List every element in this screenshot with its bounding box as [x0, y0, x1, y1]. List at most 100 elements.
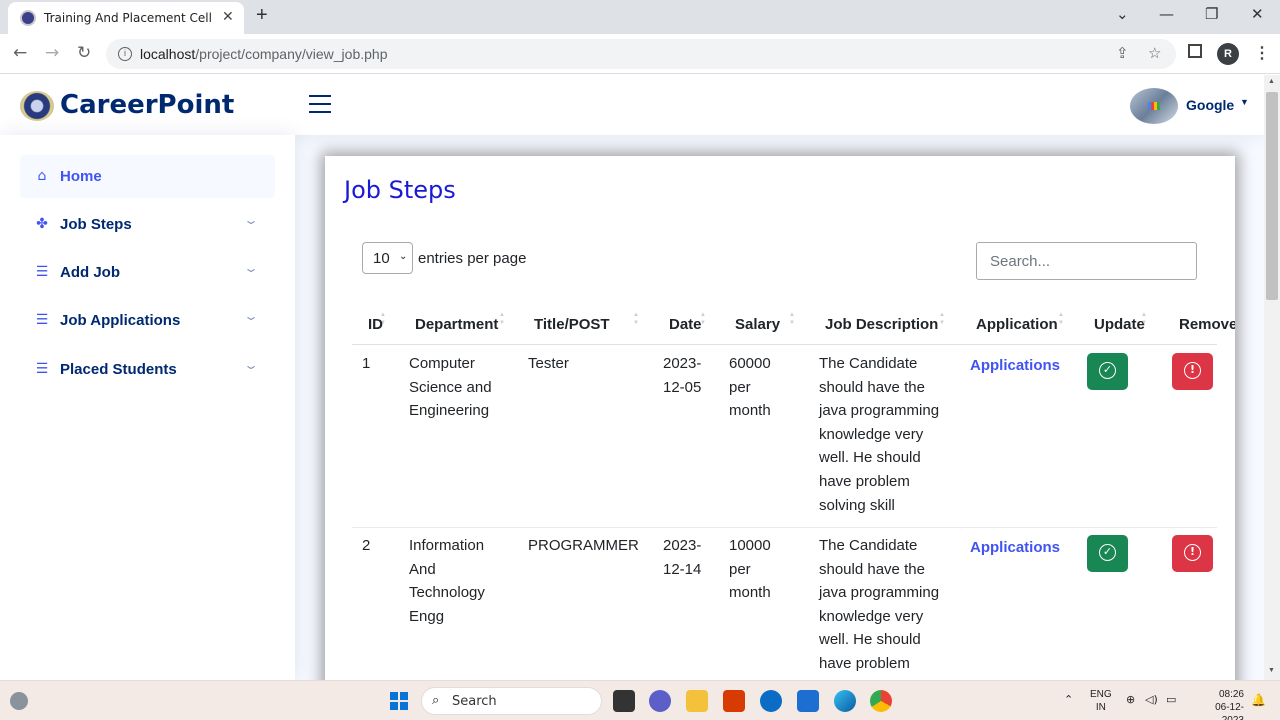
scroll-thumb[interactable] [1266, 92, 1278, 300]
teams-chat-icon[interactable] [649, 690, 671, 712]
share-icon[interactable]: ⇪ [1116, 44, 1129, 62]
table-header-divider [352, 344, 1217, 345]
file-explorer-icon[interactable] [686, 690, 708, 712]
site-info-icon[interactable]: i [118, 47, 132, 61]
search-input[interactable]: Search... [976, 242, 1197, 280]
minimize-button[interactable]: — [1159, 5, 1174, 23]
page: CareerPoint Google ▼ ⌂ Home ✤ Job Steps … [0, 75, 1264, 680]
user-avatar[interactable] [1130, 88, 1178, 124]
sort-icon: ▲ ▼ [633, 312, 639, 326]
browser-menu-icon[interactable]: ⋮ [1254, 43, 1270, 63]
applications-link[interactable]: Applications [970, 539, 1060, 556]
battery-icon[interactable]: ▭ [1166, 693, 1176, 706]
url-host: localhost [140, 46, 196, 62]
cell-id: 2 [362, 537, 371, 554]
column-header-date[interactable]: Date [669, 316, 702, 333]
clock-date: 06-12-2023 [1215, 702, 1244, 720]
clock[interactable]: 08:26 06-12-2023 [1202, 688, 1244, 720]
side-panel-icon[interactable] [1188, 44, 1202, 58]
remove-button[interactable]: ! [1172, 535, 1213, 572]
network-icon[interactable]: ⊕ [1126, 693, 1135, 706]
new-tab-button[interactable]: + [256, 4, 268, 27]
browser-tabbar: Training And Placement Cell ✕ + ⌄ — ❐ ✕ [0, 0, 1280, 34]
cell-salary: 60000 per month [729, 355, 771, 420]
office-icon[interactable] [723, 690, 745, 712]
taskbar-search[interactable]: ⌕ Search [421, 687, 602, 715]
tray-chevron-up-icon[interactable]: ⌃ [1064, 693, 1073, 706]
hamburger-menu-icon[interactable] [309, 95, 331, 113]
search-icon: ⌕ [432, 693, 440, 708]
row-divider [352, 527, 1217, 528]
taskbar-search-label: Search [452, 694, 497, 709]
person-lines-icon: ☰ [35, 361, 49, 377]
url-path: /project/company/view_job.php [195, 46, 388, 62]
task-view-icon[interactable] [613, 690, 635, 712]
cell-id: 1 [362, 355, 371, 372]
tab-close-icon[interactable]: ✕ [222, 8, 234, 25]
language-indicator[interactable]: ENG IN [1090, 688, 1112, 714]
cell-title: PROGRAMMER [528, 537, 639, 554]
bookmark-star-icon[interactable]: ☆ [1148, 44, 1161, 62]
logo-icon[interactable] [20, 91, 54, 121]
start-icon[interactable] [390, 692, 408, 710]
cell-description: The Candidate should have the java progr… [819, 355, 940, 514]
chrome-icon[interactable] [870, 690, 892, 712]
scroll-up-icon[interactable]: ▲ [1268, 78, 1275, 85]
browser-tab[interactable]: Training And Placement Cell ✕ [8, 2, 244, 34]
cell-department: Computer Science and Engineering [409, 355, 492, 420]
user-name[interactable]: Google [1186, 97, 1234, 113]
applications-link[interactable]: Applications [970, 357, 1060, 374]
store-icon[interactable] [797, 690, 819, 712]
sidebar-item-add-job[interactable]: ☰ Add Job ⌄ [20, 251, 275, 294]
update-button[interactable]: ✓ [1087, 353, 1128, 390]
grid-icon: ✤ [36, 216, 48, 232]
search-placeholder: Search... [990, 253, 1051, 270]
url-text[interactable]: localhost/project/company/view_job.php [140, 46, 388, 62]
select-chevron-icon: ⌄ [399, 251, 408, 262]
home-icon: ⌂ [37, 168, 47, 184]
sidebar-item-job-applications[interactable]: ☰ Job Applications ⌄ [20, 299, 275, 342]
entries-label: entries per page [418, 250, 527, 267]
tab-search-chevron-icon[interactable]: ⌄ [1116, 5, 1129, 23]
address-bar[interactable]: i localhost/project/company/view_job.php… [106, 39, 1176, 69]
person-lines-icon: ☰ [35, 312, 49, 328]
column-header-department[interactable]: Department [415, 316, 498, 333]
sidebar-item-job-steps[interactable]: ✤ Job Steps ⌄ [20, 203, 275, 246]
clock-time: 08:26 [1218, 689, 1244, 700]
column-header-job-description[interactable]: Job Description [825, 316, 938, 333]
site-favicon-icon [20, 10, 36, 26]
column-header-application[interactable]: Application [976, 316, 1058, 333]
sort-icon: ▲ ▼ [700, 312, 706, 326]
cell-description: The Candidate should have the java progr… [819, 537, 940, 672]
remove-button[interactable]: ! [1172, 353, 1213, 390]
column-header-salary[interactable]: Salary [735, 316, 780, 333]
check-circle-icon: ✓ [1099, 544, 1116, 561]
taskbar: ⌕ Search ⌃ ENG IN ⊕ ◁) ▭ 08:26 06-12-202… [0, 680, 1280, 720]
profile-avatar[interactable]: R [1217, 43, 1239, 65]
back-arrow-icon[interactable]: ← [13, 43, 27, 63]
edge-icon[interactable] [834, 690, 856, 712]
entries-per-page-select[interactable]: 10 ⌄ [362, 242, 413, 274]
forward-arrow-icon[interactable]: → [45, 43, 59, 63]
sidebar-item-placed-students[interactable]: ☰ Placed Students ⌄ [20, 348, 275, 391]
column-header-update[interactable]: Update [1094, 316, 1145, 333]
maximize-button[interactable]: ❐ [1205, 5, 1218, 23]
sidebar-item-home[interactable]: ⌂ Home [20, 155, 275, 198]
dell-icon[interactable] [760, 690, 782, 712]
scroll-down-icon[interactable]: ▼ [1268, 667, 1275, 674]
reload-icon[interactable]: ↻ [77, 43, 91, 63]
tab-title: Training And Placement Cell [44, 11, 212, 25]
column-header-title[interactable]: Title/POST [534, 316, 610, 333]
language-code: ENG [1090, 689, 1112, 700]
notification-bell-icon[interactable]: 🔔 [1251, 693, 1266, 707]
close-window-button[interactable]: ✕ [1251, 5, 1264, 23]
update-button[interactable]: ✓ [1087, 535, 1128, 572]
column-header-remove[interactable]: Remove [1179, 316, 1235, 333]
brand-name[interactable]: CareerPoint [60, 90, 234, 120]
volume-icon[interactable]: ◁) [1145, 693, 1158, 706]
page-scrollbar[interactable]: ▲ ▼ [1264, 75, 1280, 680]
caret-down-icon[interactable]: ▼ [1240, 97, 1249, 107]
weather-icon[interactable] [10, 692, 28, 710]
chevron-down-icon: ⌄ [242, 309, 260, 323]
sort-icon: ▲ ▼ [1141, 312, 1147, 326]
